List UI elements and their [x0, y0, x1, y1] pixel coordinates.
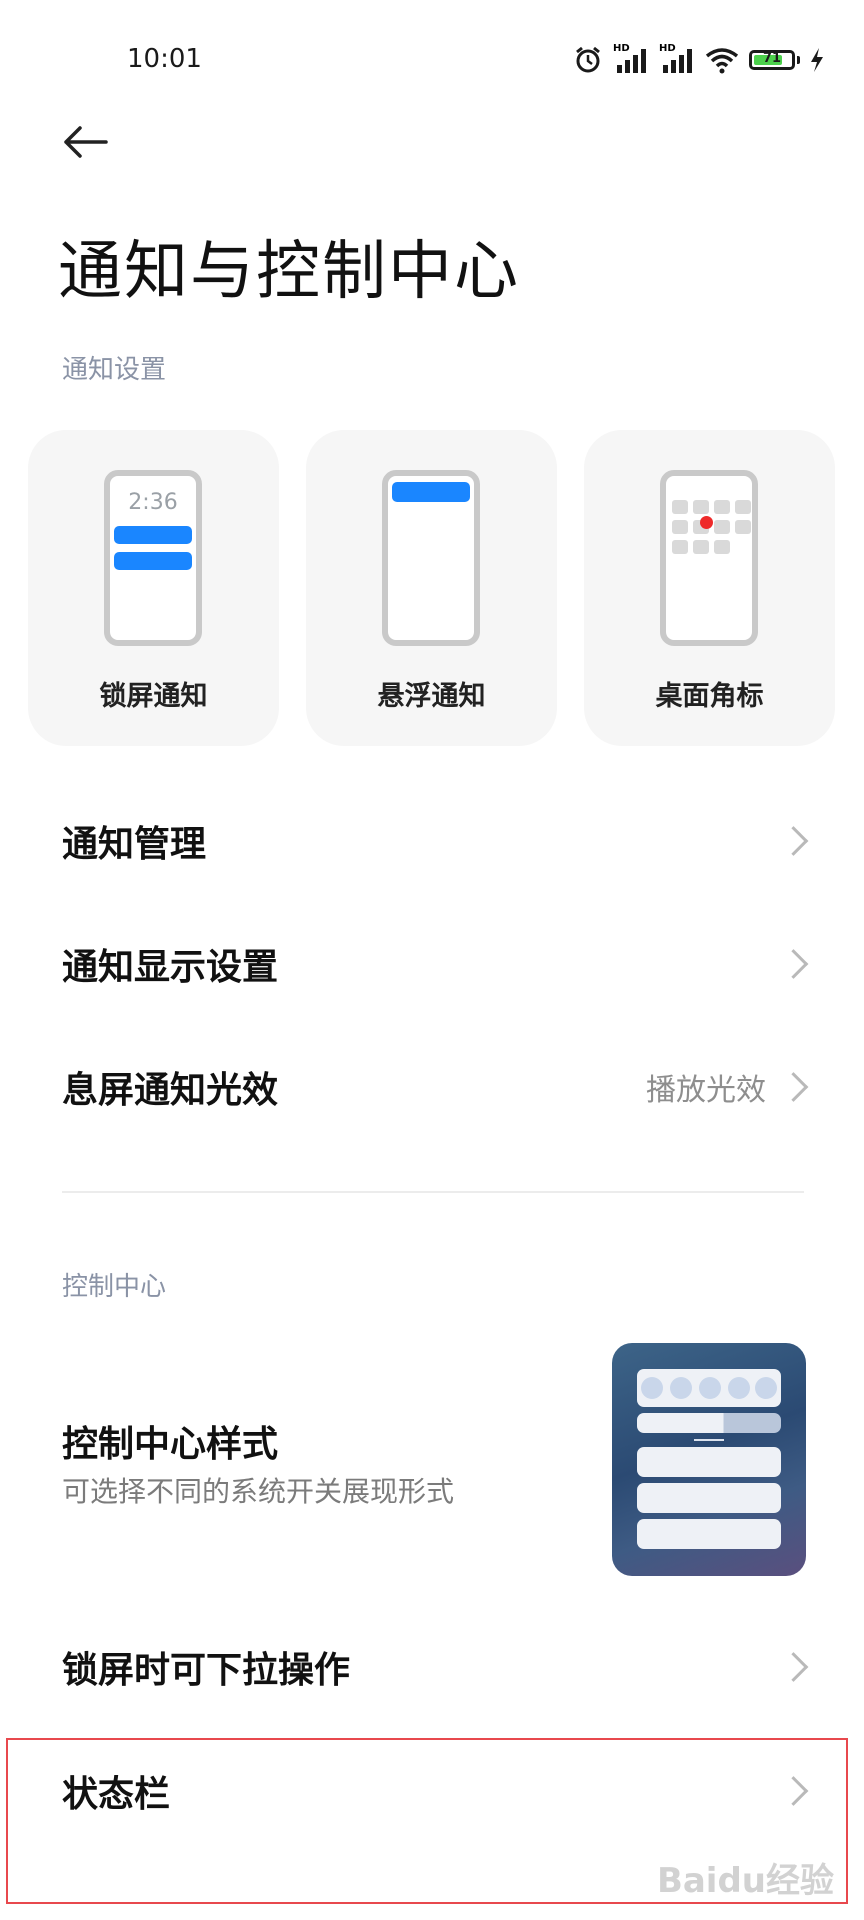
lock-screen-preview: 2:36 — [104, 470, 202, 646]
desktop-badge-preview — [660, 470, 758, 646]
thumb-toggle-dot — [641, 1377, 663, 1399]
row-notification-display-settings[interactable]: 通知显示设置 — [0, 914, 864, 1014]
row-title: 通知显示设置 — [62, 947, 279, 988]
badge-dot — [700, 516, 713, 529]
battery-tip — [797, 56, 800, 64]
floating-notification-bar — [392, 482, 470, 502]
thumb-toggle-dot — [755, 1377, 777, 1399]
app-icon-placeholder — [672, 540, 688, 554]
section-label-control-center: 控制中心 — [62, 1272, 167, 1302]
app-icon-placeholder — [693, 540, 709, 554]
thumb-panel — [637, 1483, 781, 1513]
app-icon-placeholder — [672, 500, 688, 514]
back-arrow-icon — [64, 126, 108, 158]
floating-notification-card[interactable]: 悬浮通知 — [306, 430, 557, 746]
battery-level: 71 — [762, 51, 782, 66]
floating-preview — [382, 470, 480, 646]
chevron-right-icon — [778, 826, 809, 856]
row-lock-screen-pull-down[interactable]: 锁屏时可下拉操作 — [0, 1617, 864, 1717]
card-label: 悬浮通知 — [377, 681, 486, 712]
app-icon-placeholder — [735, 500, 751, 514]
thumb-panel — [637, 1519, 781, 1549]
watermark: Baidu经验 — [656, 1861, 834, 1901]
charging-icon — [811, 48, 823, 72]
signal-icon: HD — [613, 43, 649, 75]
control-center-style-subtitle: 可选择不同的系统开关展现形式 — [62, 1475, 455, 1508]
page-title: 通知与控制中心 — [58, 235, 520, 309]
chevron-right-icon — [778, 949, 809, 979]
row-screen-off-light-effect[interactable]: 息屏通知光效 播放光效 — [0, 1037, 864, 1137]
card-label: 桌面角标 — [655, 681, 764, 712]
app-icon-placeholder — [693, 500, 709, 514]
thumb-toggle-dot — [728, 1377, 750, 1399]
thumb-brightness-slider — [637, 1413, 781, 1433]
thumb-toggle-dot — [670, 1377, 692, 1399]
row-value: 播放光效 — [646, 1073, 766, 1108]
signal-icon-2: HD — [659, 43, 695, 75]
notification-bar-2 — [114, 552, 192, 570]
app-icon-placeholder — [714, 500, 730, 514]
thumb-panel — [637, 1447, 781, 1477]
notification-bar-1 — [114, 526, 192, 544]
alarm-icon — [576, 46, 600, 73]
control-center-style-title: 控制中心样式 — [62, 1424, 279, 1465]
section-divider — [62, 1191, 804, 1193]
section-label-notification-settings: 通知设置 — [62, 355, 167, 385]
row-notification-management[interactable]: 通知管理 — [0, 791, 864, 891]
battery-icon: 71 — [749, 50, 795, 70]
row-title: 息屏通知光效 — [62, 1070, 279, 1111]
thumb-handle — [694, 1439, 724, 1441]
thumb-toggle-row — [637, 1369, 781, 1407]
app-icon-placeholder — [672, 520, 688, 534]
chevron-right-icon — [778, 1072, 809, 1102]
app-icon-placeholder — [714, 540, 730, 554]
app-icon-placeholder — [714, 520, 730, 534]
desktop-badge-card[interactable]: 桌面角标 — [584, 430, 835, 746]
row-title: 锁屏时可下拉操作 — [62, 1650, 351, 1691]
status-time: 10:01 — [127, 44, 202, 74]
wifi-icon — [705, 48, 739, 74]
preview-time: 2:36 — [128, 490, 178, 515]
row-title: 通知管理 — [62, 824, 207, 865]
card-label: 锁屏通知 — [99, 681, 208, 712]
status-icons: HD HD 71 — [573, 43, 824, 76]
chevron-right-icon — [778, 1652, 809, 1682]
back-button[interactable] — [60, 120, 110, 170]
app-icon-placeholder — [735, 520, 751, 534]
control-center-style-thumbnail[interactable] — [612, 1343, 806, 1576]
thumb-toggle-dot — [699, 1377, 721, 1399]
lock-screen-notification-card[interactable]: 2:36 锁屏通知 — [28, 430, 279, 746]
